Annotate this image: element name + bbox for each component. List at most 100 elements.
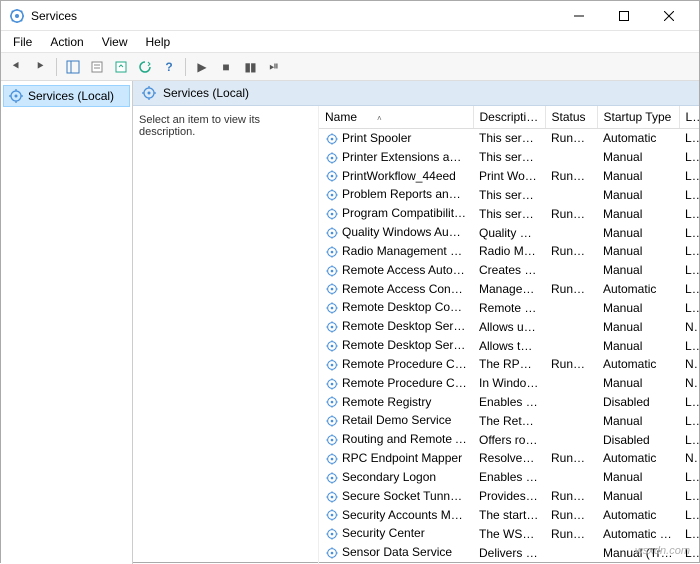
cell-startup: Manual <box>597 317 679 336</box>
table-row[interactable]: Radio Management ServiceRadio Mana…Runni… <box>319 242 699 261</box>
service-gear-icon <box>325 413 342 427</box>
list-pane[interactable]: Name˄ Description Status Startup Type Lo… <box>319 106 699 564</box>
service-name-text: Program Compatibility Assi… <box>342 206 473 220</box>
arrow-left-icon: ⯇ <box>11 59 21 74</box>
cell-status <box>545 411 597 430</box>
cell-name: Printer Extensions and Notif… <box>319 148 473 167</box>
table-row[interactable]: Program Compatibility Assi…This service … <box>319 204 699 223</box>
cell-status <box>545 374 597 393</box>
cell-status <box>545 317 597 336</box>
sort-asc-icon: ˄ <box>377 114 382 123</box>
cell-log: Loc <box>679 280 699 299</box>
forward-button[interactable]: ⯈ <box>29 56 51 78</box>
cell-description: Allows the r… <box>473 336 545 355</box>
maximize-button[interactable] <box>601 1 646 31</box>
menu-help[interactable]: Help <box>138 33 179 51</box>
cell-name: Problem Reports and Soluti… <box>319 185 473 204</box>
service-gear-icon <box>325 376 342 390</box>
table-row[interactable]: Remote Desktop Services U…Allows the r…M… <box>319 336 699 355</box>
cell-log: Loc <box>679 524 699 543</box>
cell-startup: Manual <box>597 242 679 261</box>
column-header-status[interactable]: Status <box>545 106 597 129</box>
cell-name: Retail Demo Service <box>319 411 473 430</box>
cell-name: Security Accounts Manager <box>319 506 473 525</box>
start-service-button[interactable]: ▶ <box>191 56 213 78</box>
column-header-name[interactable]: Name˄ <box>319 106 473 129</box>
table-row[interactable]: Security CenterThe WSCSV…RunningAutomati… <box>319 524 699 543</box>
cell-name: Print Spooler <box>319 129 473 148</box>
cell-startup: Manual <box>597 185 679 204</box>
cell-startup: Automatic <box>597 506 679 525</box>
tree-pane[interactable]: Services (Local) <box>1 81 133 564</box>
menu-action[interactable]: Action <box>42 33 91 51</box>
cell-status <box>545 148 597 167</box>
table-row[interactable]: Remote Procedure Call (RPC)The RPCSS …Ru… <box>319 355 699 374</box>
cell-log: Loc <box>679 430 699 449</box>
tree-root-services-local[interactable]: Services (Local) <box>3 85 130 107</box>
gear-icon <box>8 88 24 104</box>
table-row[interactable]: Routing and Remote AccessOffers routi…Di… <box>319 430 699 449</box>
pause-icon: ▮▮ <box>244 60 255 74</box>
help-button[interactable]: ? <box>158 56 180 78</box>
table-row[interactable]: Remote Procedure Call (RP…In Windows…Man… <box>319 374 699 393</box>
table-row[interactable]: Secondary LogonEnables star…ManualLoc <box>319 468 699 487</box>
service-gear-icon <box>325 508 342 522</box>
cell-description: Enables rem… <box>473 393 545 412</box>
main-area: Services (Local) Services (Local) Select… <box>1 81 699 564</box>
menubar: File Action View Help <box>1 31 699 53</box>
menu-view[interactable]: View <box>94 33 136 51</box>
cell-status <box>545 185 597 204</box>
table-row[interactable]: Remote Access Auto Conne…Creates a co…Ma… <box>319 261 699 280</box>
table-row[interactable]: Remote RegistryEnables rem…DisabledLoc <box>319 393 699 412</box>
content-header: Services (Local) <box>133 81 699 106</box>
column-header-description[interactable]: Description <box>473 106 545 129</box>
table-row[interactable]: Print SpoolerThis service …RunningAutoma… <box>319 129 699 148</box>
show-hide-tree-button[interactable] <box>62 56 84 78</box>
cell-log: Net <box>679 317 699 336</box>
table-row[interactable]: Remote Desktop Configurat…Remote Des…Man… <box>319 298 699 317</box>
cell-status: Running <box>545 129 597 148</box>
help-icon: ? <box>165 60 172 74</box>
table-row[interactable]: Printer Extensions and Notif…This servic… <box>319 148 699 167</box>
table-row[interactable]: Retail Demo ServiceThe Retail D…ManualLo… <box>319 411 699 430</box>
stop-service-button[interactable]: ■ <box>215 56 237 78</box>
service-gear-icon <box>325 470 342 484</box>
cell-name: Remote Registry <box>319 393 473 412</box>
service-gear-icon <box>325 357 342 371</box>
minimize-button[interactable] <box>556 1 601 31</box>
cell-name: Secondary Logon <box>319 468 473 487</box>
table-row[interactable]: Problem Reports and Soluti…This service … <box>319 185 699 204</box>
cell-name: Remote Desktop Services <box>319 317 473 336</box>
column-header-startup[interactable]: Startup Type <box>597 106 679 129</box>
cell-name: Radio Management Service <box>319 242 473 261</box>
column-header-log[interactable]: Log <box>679 106 699 129</box>
service-name-text: PrintWorkflow_44eed <box>342 169 456 183</box>
cell-name: Remote Procedure Call (RPC) <box>319 355 473 374</box>
export-button[interactable] <box>110 56 132 78</box>
cell-name: Sensor Data Service <box>319 543 473 562</box>
back-button[interactable]: ⯇ <box>5 56 27 78</box>
cell-status <box>545 298 597 317</box>
properties-button[interactable] <box>86 56 108 78</box>
table-row[interactable]: PrintWorkflow_44eedPrint Workfl…RunningM… <box>319 167 699 186</box>
menu-file[interactable]: File <box>5 33 40 51</box>
table-row[interactable]: Security Accounts ManagerThe startup …Ru… <box>319 506 699 525</box>
cell-startup: Manual <box>597 468 679 487</box>
table-row[interactable]: Remote Desktop ServicesAllows user…Manua… <box>319 317 699 336</box>
cell-startup: Manual <box>597 223 679 242</box>
restart-service-button[interactable]: ⏯ <box>263 56 285 78</box>
service-name-text: Remote Desktop Services U… <box>342 338 473 352</box>
cell-name: PrintWorkflow_44eed <box>319 167 473 186</box>
refresh-button[interactable] <box>134 56 156 78</box>
close-button[interactable] <box>646 1 691 31</box>
cell-description: This service … <box>473 185 545 204</box>
table-row[interactable]: Secure Socket Tunneling Pr…Provides su…R… <box>319 487 699 506</box>
pause-service-button[interactable]: ▮▮ <box>239 56 261 78</box>
service-gear-icon <box>325 545 342 559</box>
table-row[interactable]: Remote Access Connection…Manages di…Runn… <box>319 280 699 299</box>
cell-status: Running <box>545 280 597 299</box>
restart-icon: ⏯ <box>269 59 279 74</box>
service-gear-icon <box>325 131 342 145</box>
table-row[interactable]: Quality Windows Audio Vid…Quality Win…Ma… <box>319 223 699 242</box>
table-row[interactable]: RPC Endpoint MapperResolves RP…RunningAu… <box>319 449 699 468</box>
